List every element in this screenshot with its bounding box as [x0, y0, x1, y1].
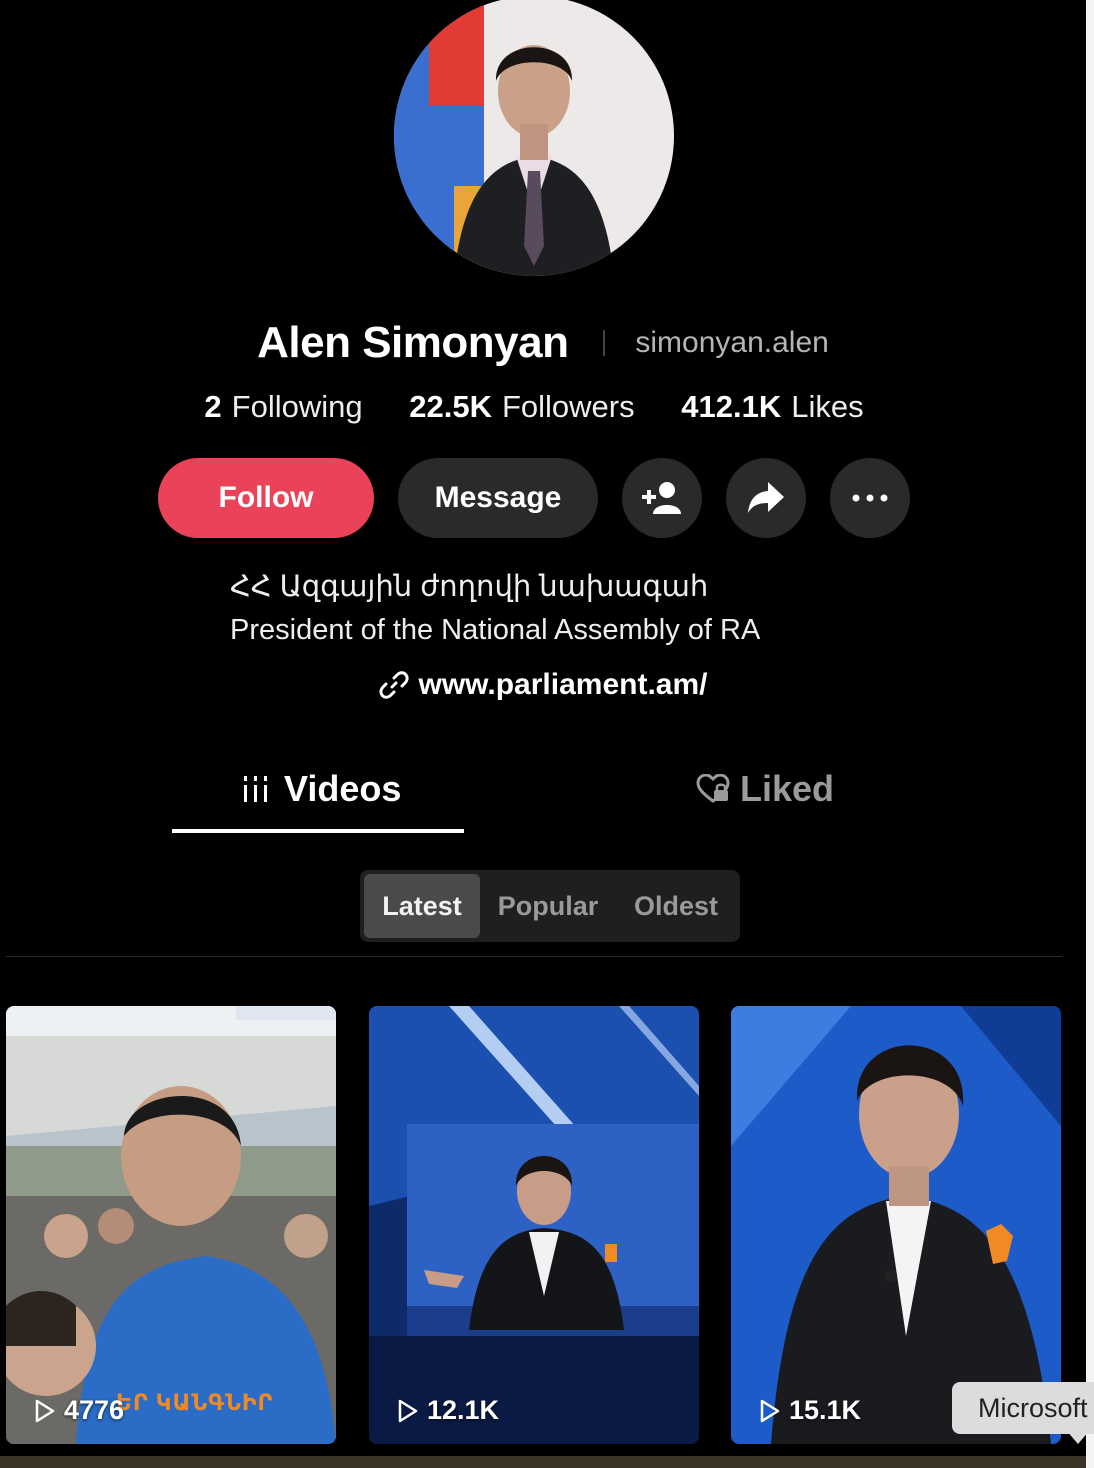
username: simonyan.alen [635, 326, 829, 359]
add-friend-icon [642, 482, 681, 514]
stat-label: Likes [791, 389, 864, 424]
profile-stats: 2 Following 22.5K Followers 412.1K Likes [0, 389, 1068, 425]
play-icon [35, 1399, 55, 1422]
video-thumbnail [369, 1006, 699, 1444]
name-separator [602, 330, 605, 356]
share-icon [748, 482, 784, 513]
sort-latest[interactable]: Latest [364, 874, 480, 938]
view-count: 4776 [64, 1395, 125, 1425]
tab-liked[interactable]: Liked [696, 768, 834, 810]
profile-link[interactable]: www.parliament.am/ [0, 668, 1086, 702]
profile-name-row: Alen Simonyan simonyan.alen [0, 318, 1086, 368]
stat-value: 22.5K [409, 389, 492, 424]
stat-following[interactable]: 2 Following [204, 389, 362, 425]
video-card[interactable]: 15.1K [731, 1006, 1061, 1444]
tooltip-tail [1066, 1430, 1090, 1444]
more-button[interactable] [830, 458, 910, 538]
active-tab-indicator [172, 829, 464, 833]
play-icon [760, 1399, 780, 1422]
display-name: Alen Simonyan [257, 318, 569, 367]
play-icon [398, 1399, 418, 1422]
avatar-photo [394, 0, 674, 276]
video-views: 4776 [34, 1395, 124, 1426]
stat-value: 412.1K [681, 389, 782, 424]
link-icon [378, 671, 409, 699]
share-button[interactable] [726, 458, 806, 538]
profile-bio: ՀՀ Ազգային ժողովի նախագահ President of t… [230, 566, 760, 652]
stat-likes: 412.1K Likes [681, 389, 863, 425]
video-card[interactable]: 12.1K [369, 1006, 699, 1444]
stat-followers[interactable]: 22.5K Followers [409, 389, 634, 425]
follow-button[interactable]: Follow [158, 458, 374, 538]
bio-line: ՀՀ Ազգային ժողովի նախագահ [230, 571, 709, 603]
tooltip: Microsoft [952, 1382, 1094, 1434]
stat-label: Following [231, 389, 363, 424]
profile-avatar[interactable] [394, 0, 674, 276]
video-thumbnail [731, 1006, 1061, 1444]
video-views: 12.1K [397, 1395, 499, 1426]
bio-line: President of the National Assembly of RA [230, 614, 761, 646]
message-button[interactable]: Message [398, 458, 598, 538]
video-overlay-text: ԵՐ ԿԱՆԳՆԻՐ [116, 1390, 274, 1415]
tab-label: Videos [284, 768, 402, 809]
video-views: 15.1K [759, 1395, 861, 1426]
sort-segmented-control: Latest Popular Oldest [360, 870, 740, 942]
sort-popular[interactable]: Popular [488, 874, 608, 938]
link-text[interactable]: www.parliament.am/ [419, 668, 708, 702]
stat-value: 2 [204, 389, 222, 424]
tab-label: Liked [740, 768, 835, 809]
video-thumbnail [6, 1006, 336, 1444]
liked-locked-icon [696, 774, 730, 803]
sort-oldest[interactable]: Oldest [620, 874, 732, 938]
window-edge [1086, 0, 1094, 1468]
view-count: 15.1K [789, 1395, 862, 1425]
tab-videos[interactable]: Videos [242, 768, 401, 810]
next-row-preview [0, 1456, 1086, 1468]
grid-icon [244, 776, 267, 802]
add-friend-button[interactable] [622, 458, 702, 538]
divider [6, 956, 1062, 957]
view-count: 12.1K [427, 1395, 500, 1425]
video-card[interactable]: ԵՐ ԿԱՆԳՆԻՐ 4776 [6, 1006, 336, 1444]
stat-label: Followers [501, 389, 635, 424]
more-icon [852, 494, 888, 502]
